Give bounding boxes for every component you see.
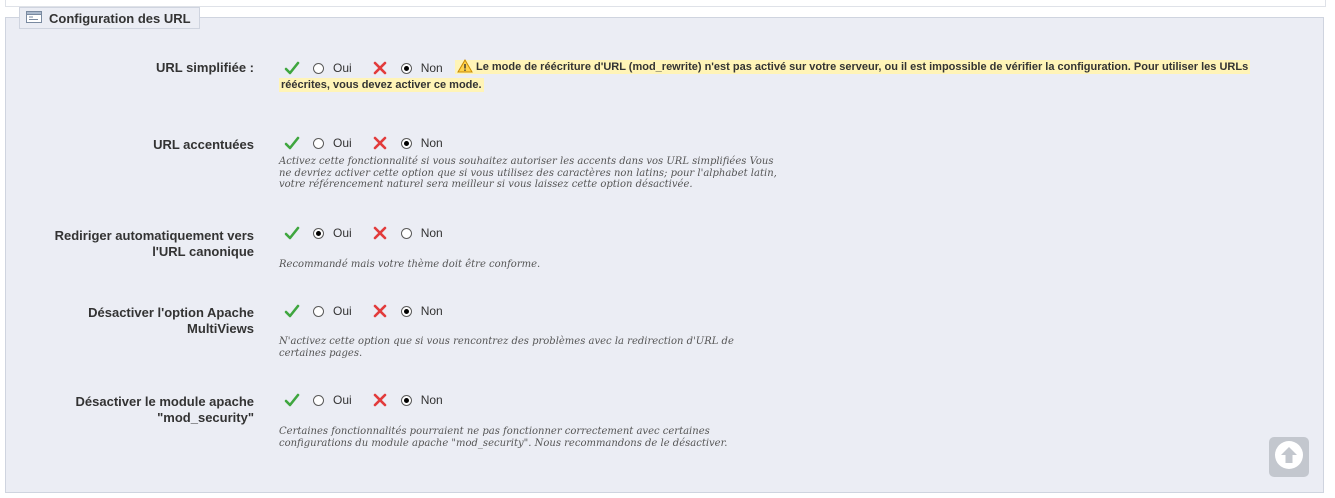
row-label: Rediriger automatiquement vers l'URL cano…	[54, 228, 254, 259]
radio-yes-label[interactable]: Oui	[333, 304, 352, 318]
radio-yes-label[interactable]: Oui	[333, 393, 352, 407]
row-label: Désactiver le module apache "mod_security…	[75, 394, 254, 425]
help-text: Certaines fonctionnalités pourraient ne …	[279, 426, 728, 449]
section-legend: Configuration des URL	[19, 7, 200, 29]
yes-no-toggle: Oui Non	[284, 134, 443, 152]
radio-yes[interactable]	[313, 62, 324, 74]
radio-yes[interactable]	[313, 305, 324, 317]
cross-icon	[372, 60, 388, 76]
radio-yes[interactable]	[313, 227, 324, 239]
cross-icon	[372, 303, 388, 319]
row-label: URL accentuées	[153, 137, 254, 152]
help-text: Recommandé mais votre thème doit être co…	[279, 259, 541, 270]
help-text: N'activez cette option que si vous renco…	[279, 336, 734, 359]
top-bar	[5, 0, 1326, 7]
help-text: Activez cette fonctionnalité si vous sou…	[279, 156, 777, 190]
radio-yes-label[interactable]: Oui	[333, 61, 352, 75]
radio-yes-label[interactable]: Oui	[333, 136, 352, 150]
check-icon	[284, 225, 300, 241]
radio-no-label[interactable]: Non	[421, 393, 443, 407]
radio-yes[interactable]	[313, 394, 324, 406]
arrow-up-icon	[1274, 440, 1304, 475]
section-title: Configuration des URL	[49, 10, 191, 26]
yes-no-toggle: Oui Non	[284, 302, 443, 320]
radio-no-label[interactable]: Non	[421, 136, 443, 150]
row-label: URL simplifiée :	[155, 60, 254, 75]
warning-text-line1: Le mode de réécriture d'URL (mod_rewrite…	[476, 61, 1249, 73]
warning-icon	[457, 59, 473, 80]
radio-no[interactable]	[400, 137, 412, 149]
cross-icon	[372, 135, 388, 151]
radio-no-label[interactable]: Non	[421, 61, 443, 75]
radio-no[interactable]	[400, 394, 412, 406]
rewrite-warning: Le mode de réécriture d'URL (mod_rewrite…	[455, 57, 1265, 80]
cross-icon	[372, 225, 388, 241]
yes-no-toggle: Oui Non	[284, 391, 443, 409]
check-icon	[284, 60, 300, 76]
radio-no[interactable]	[400, 62, 412, 74]
radio-no[interactable]	[400, 305, 412, 317]
check-icon	[284, 135, 300, 151]
radio-no[interactable]	[400, 227, 412, 239]
check-icon	[284, 303, 300, 319]
yes-no-toggle: Oui Non	[284, 59, 443, 77]
radio-yes[interactable]	[313, 137, 324, 149]
cross-icon	[372, 392, 388, 408]
radio-no-label[interactable]: Non	[421, 226, 443, 240]
warning-text-line2: réécrites, vous devez activer ce mode.	[279, 78, 484, 92]
radio-no-label[interactable]: Non	[421, 304, 443, 318]
settings-window-icon	[26, 10, 49, 26]
check-icon	[284, 392, 300, 408]
row-label: Désactiver l'option Apache MultiViews	[88, 305, 254, 336]
yes-no-toggle: Oui Non	[284, 224, 443, 242]
scroll-top-button[interactable]	[1269, 437, 1309, 477]
radio-yes-label[interactable]: Oui	[333, 226, 352, 240]
